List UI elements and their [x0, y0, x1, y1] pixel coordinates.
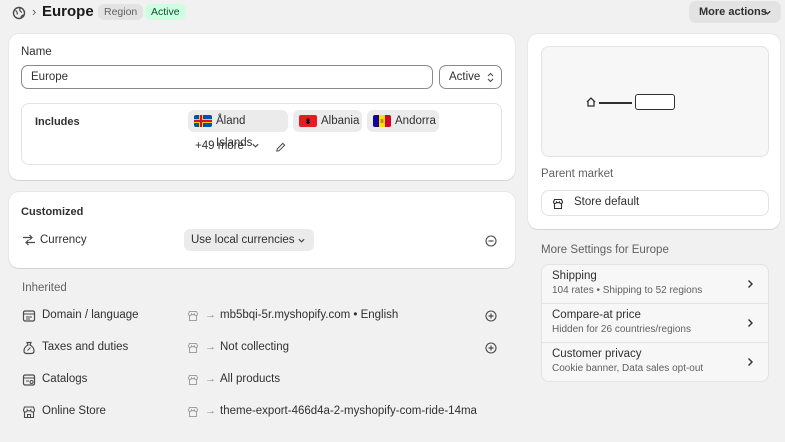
inherited-row-value: theme-export-466d4a-2-myshopify-com-ride… [220, 405, 477, 417]
hierarchy-node [635, 94, 675, 110]
settings-item-title: Customer privacy [552, 348, 642, 360]
settings-item-subtitle: 104 rates • Shipping to 52 regions [552, 285, 703, 296]
chevron-right-icon [748, 358, 753, 366]
arrow-right-icon: → [205, 373, 216, 385]
arrow-right-icon: → [205, 309, 216, 321]
status-select-value: Active [449, 71, 481, 83]
page-title: Europe [42, 3, 94, 20]
add-circle-icon[interactable] [485, 342, 497, 354]
inherited-row-value: All products [220, 373, 281, 385]
country-chip-aland: Åland Islands [188, 110, 288, 149]
currency-select[interactable]: Use local currencies [184, 229, 314, 251]
inherited-row-label: Taxes and duties [42, 341, 129, 353]
status-badge: Active [145, 4, 186, 20]
currency-exchange-icon [23, 234, 35, 246]
store-icon [187, 311, 199, 321]
home-icon [586, 97, 596, 107]
inherited-title: Inherited [22, 282, 67, 294]
albania-flag-icon [299, 115, 317, 127]
chevron-right-icon [748, 280, 753, 288]
add-circle-icon[interactable] [485, 310, 497, 322]
more-actions-label: More actions [699, 6, 767, 18]
more-settings-title: More Settings for Europe [541, 244, 669, 256]
settings-item-shipping[interactable]: Shipping 104 rates • Shipping to 52 regi… [542, 265, 768, 304]
online-store-icon [22, 406, 36, 419]
currency-label: Currency [40, 234, 87, 246]
breadcrumb-chevron-icon: › [32, 4, 37, 19]
domain-browser-icon [22, 310, 36, 322]
parent-market-card: Parent market Store default [528, 34, 780, 229]
settings-item-compare-at-price[interactable]: Compare-at price Hidden for 26 countries… [542, 304, 768, 343]
store-icon [552, 198, 564, 210]
store-icon [187, 375, 199, 385]
edit-pencil-icon[interactable] [275, 142, 286, 153]
andorra-flag-icon [373, 115, 391, 127]
chevron-down-icon [252, 144, 259, 149]
aland-flag-icon [194, 115, 212, 127]
customized-title: Customized [21, 206, 84, 218]
store-icon [187, 343, 199, 353]
select-chevrons-icon [487, 72, 494, 83]
more-settings-list: Shipping 104 rates • Shipping to 52 regi… [541, 264, 769, 382]
country-chip-label: Albania [321, 115, 360, 127]
taxes-bag-icon [23, 341, 35, 355]
market-hierarchy-diagram [541, 46, 769, 157]
settings-item-customer-privacy[interactable]: Customer privacy Cookie banner, Data sal… [542, 343, 768, 382]
name-label: Name [21, 46, 52, 58]
name-input[interactable]: Europe [21, 65, 433, 89]
settings-item-subtitle: Hidden for 26 countries/regions [552, 324, 691, 335]
inherited-row-label: Catalogs [42, 373, 88, 385]
remove-circle-icon[interactable] [485, 235, 497, 247]
inherited-row-label: Domain / language [42, 309, 139, 321]
country-chip-andorra: Andorra [367, 110, 439, 132]
name-card: Name Europe Active Includes Åland Island… [9, 34, 515, 180]
more-actions-button[interactable]: More actions [689, 1, 781, 23]
store-icon [187, 407, 199, 417]
settings-item-title: Compare-at price [552, 309, 641, 321]
chevron-down-icon [298, 238, 305, 243]
inherited-row-value: Not collecting [220, 341, 290, 353]
inherited-row-value: mb5bqi-5r.myshopify.com • English [220, 309, 399, 321]
name-input-value: Europe [31, 71, 69, 83]
includes-label: Includes [35, 116, 80, 128]
country-chip-label: Andorra [395, 115, 436, 127]
markets-globe-icon [12, 6, 26, 20]
inherited-row-label: Online Store [42, 405, 106, 417]
parent-market-value: Store default [574, 196, 640, 208]
more-countries-label: +49 more [195, 140, 244, 152]
hierarchy-connector [599, 102, 632, 104]
parent-market-label: Parent market [541, 168, 614, 180]
more-countries-link[interactable]: +49 more [195, 140, 260, 152]
includes-box: Includes Åland Islands Albania Andorra +… [21, 103, 502, 165]
arrow-right-icon: → [205, 341, 216, 353]
chevron-right-icon [748, 319, 753, 327]
currency-select-value: Use local currencies [191, 234, 295, 246]
country-chip-albania: Albania [293, 110, 362, 132]
customized-card: Customized Currency Use local currencies [9, 192, 515, 268]
settings-item-subtitle: Cookie banner, Data sales opt-out [552, 363, 704, 374]
parent-market-field[interactable]: Store default [541, 190, 769, 216]
region-badge: Region [98, 4, 144, 20]
settings-item-title: Shipping [552, 270, 597, 282]
chevron-down-icon [764, 10, 771, 15]
arrow-right-icon: → [205, 405, 216, 417]
status-select[interactable]: Active [439, 65, 502, 89]
catalog-icon [22, 374, 36, 386]
